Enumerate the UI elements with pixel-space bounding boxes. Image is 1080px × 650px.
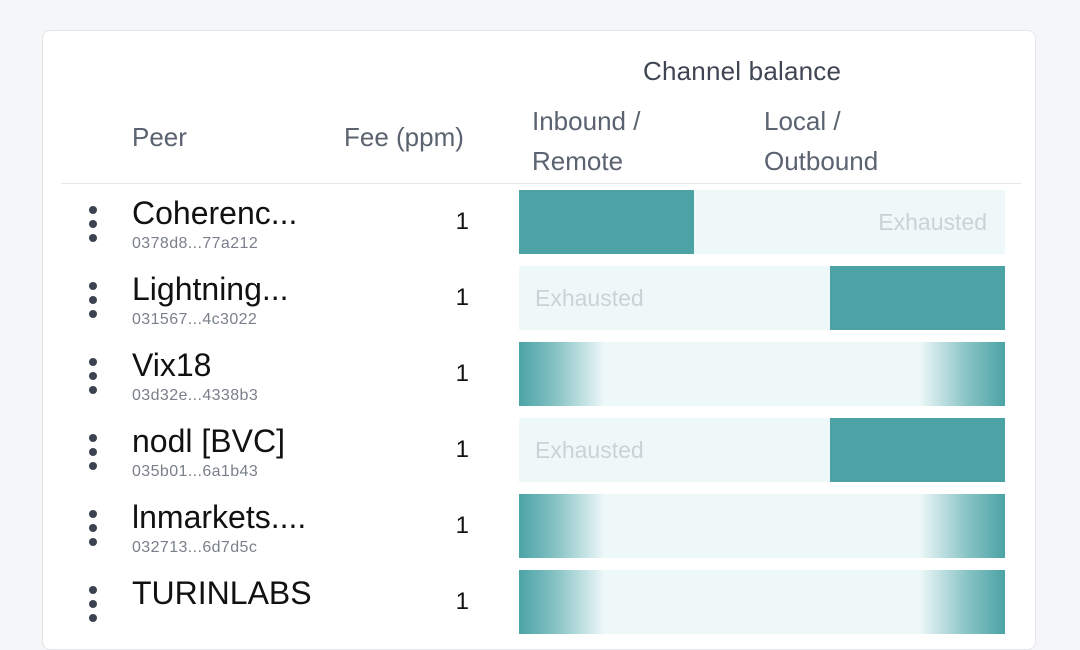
peer-pubkey: 0378d8...77a212 [132,235,259,252]
channel-balance-bar[interactable] [519,570,1005,634]
row-menu-icon[interactable] [87,206,99,242]
outbound-label-line1: Local / [764,106,841,136]
table-row: TURINLABS 1 [43,570,1035,646]
peer-pubkey: 032713...6d7d5c [132,539,258,556]
fee-ppm-value: 1 [455,360,469,387]
channel-balance-bar[interactable]: Exhausted [519,418,1005,482]
row-menu-icon[interactable] [87,434,99,470]
table-row: Lightning... 031567...4c3022 1 Exhausted [43,266,1035,342]
inbound-balance-fill [519,494,605,558]
channel-balance-bar[interactable]: Exhausted [519,190,1005,254]
channel-balance-bar[interactable] [519,494,1005,558]
table-row: nodl [BVC] 035b01...6a1b43 1 Exhausted [43,418,1035,494]
table-row: lnmarkets.... 032713...6d7d5c 1 [43,494,1035,570]
peer-name[interactable]: nodl [BVC] [132,422,285,460]
row-menu-icon[interactable] [87,358,99,394]
table-row: Coherenc... 0378d8...77a212 1 Exhausted [43,190,1035,266]
peer-name[interactable]: TURINLABS [132,574,312,612]
fee-ppm-value: 1 [455,208,469,235]
exhausted-label: Exhausted [878,209,987,235]
peer-name[interactable]: lnmarkets.... [132,498,306,536]
header-divider [61,183,1021,184]
peer-pubkey: 035b01...6a1b43 [132,463,259,480]
outbound-balance-fill [919,342,1005,406]
inbound-balance-fill [519,190,694,254]
fee-ppm-value: 1 [455,588,469,615]
inbound-label-line1: Inbound / [532,106,641,136]
outbound-balance-fill [919,494,1005,558]
channels-table-card: Peer Fee (ppm) Channel balance Inbound /… [42,30,1036,650]
row-menu-icon[interactable] [87,586,99,622]
channel-balance-bar[interactable] [519,342,1005,406]
column-header-inbound[interactable]: Inbound / Remote [532,101,640,181]
outbound-balance-fill [919,570,1005,634]
column-header-peer[interactable]: Peer [132,117,187,157]
peer-name[interactable]: Vix18 [132,346,211,384]
inbound-balance-fill [519,570,605,634]
table-row: Vix18 03d32e...4338b3 1 [43,342,1035,418]
column-header-fee[interactable]: Fee (ppm) [344,117,464,157]
peer-pubkey: 031567...4c3022 [132,311,258,328]
column-group-channel-balance: Channel balance [643,56,842,86]
fee-ppm-value: 1 [455,512,469,539]
channel-balance-bar[interactable]: Exhausted [519,266,1005,330]
exhausted-label: Exhausted [535,285,644,311]
inbound-balance-fill [519,342,605,406]
fee-ppm-value: 1 [455,436,469,463]
row-menu-icon[interactable] [87,510,99,546]
exhausted-label: Exhausted [535,437,644,463]
column-header-outbound[interactable]: Local / Outbound [764,101,878,181]
outbound-label-line2: Outbound [764,146,879,176]
inbound-label-line2: Remote [532,146,624,176]
outbound-balance-fill [830,418,1005,482]
peer-name[interactable]: Coherenc... [132,194,297,232]
peer-pubkey: 03d32e...4338b3 [132,387,259,404]
peer-name[interactable]: Lightning... [132,270,289,308]
row-menu-icon[interactable] [87,282,99,318]
fee-ppm-value: 1 [455,284,469,311]
outbound-balance-fill [830,266,1005,330]
